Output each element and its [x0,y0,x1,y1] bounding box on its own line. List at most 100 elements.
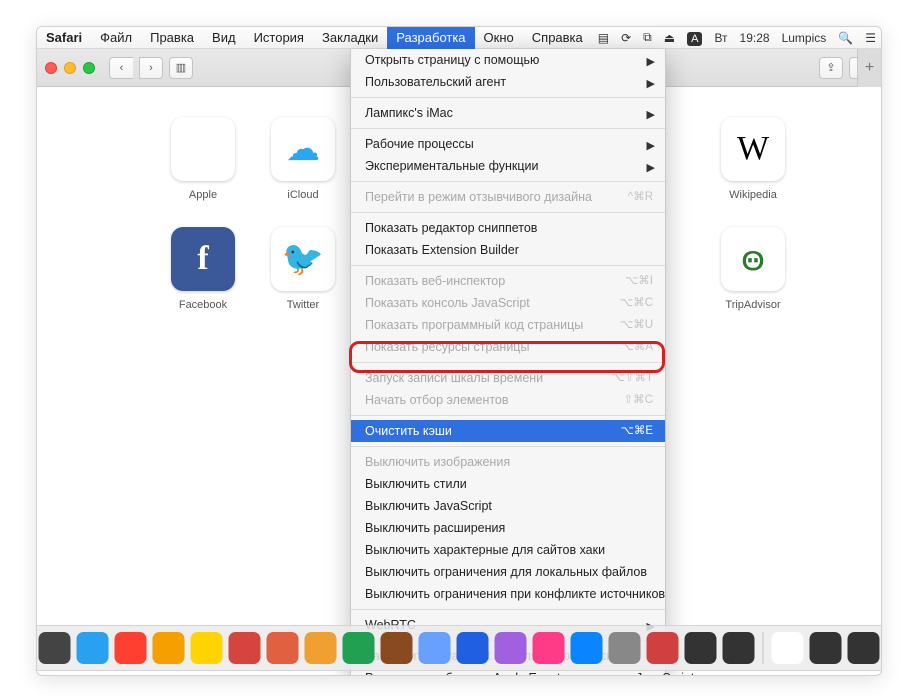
twitter-icon: 🐦 [271,227,335,291]
menu-item[interactable]: Показать редактор сниппетов [351,217,665,239]
favorite-label: Facebook [167,299,239,311]
wikipedia-icon: W [721,117,785,181]
menu-history[interactable]: История [245,27,313,49]
submenu-arrow-icon: ▶ [647,54,655,70]
user-name[interactable]: Lumpics [776,31,833,45]
menu-develop[interactable]: Разработка [387,27,474,49]
menu-item: Выключить изображения [351,451,665,473]
menu-edit[interactable]: Правка [141,27,203,49]
favorite-icloud[interactable]: ☁ iCloud [267,117,339,201]
dock-app-icon[interactable] [810,632,842,664]
shortcut-label: ⌥⌘C [620,295,653,311]
timemachine-icon[interactable]: ⟳ [615,31,637,45]
dock-app-icon[interactable] [305,632,337,664]
menu-item: Показать программный код страницы⌥⌘U [351,314,665,336]
new-tab-button[interactable]: + [857,49,881,87]
menu-item: Показать ресурсы страницы⌥⌘A [351,336,665,358]
favorite-tripadvisor[interactable]: ꙫ TripAdvisor [717,227,789,311]
favorite-apple[interactable]: Apple [167,117,239,201]
back-button[interactable]: ‹ [109,57,133,79]
zoom-window-button[interactable] [83,62,95,74]
dock-app-icon[interactable] [609,632,641,664]
menu-item: Показать консоль JavaScript⌥⌘C [351,292,665,314]
dock-app-icon[interactable] [647,632,679,664]
menu-bookmarks[interactable]: Закладки [313,27,387,49]
favorite-facebook[interactable]: f Facebook [167,227,239,311]
forward-button[interactable]: › [139,57,163,79]
dock-app-icon[interactable] [343,632,375,664]
dock-app-icon[interactable] [267,632,299,664]
menu-item[interactable]: Выключить ограничения для локальных файл… [351,561,665,583]
tripadvisor-icon: ꙫ [721,227,785,291]
submenu-arrow-icon: ▶ [647,138,655,154]
dock-app-icon[interactable] [229,632,261,664]
menu-help[interactable]: Справка [523,27,592,49]
menu-view[interactable]: Вид [203,27,245,49]
airplay-icon[interactable]: ⧉ [637,30,658,45]
shortcut-label: ⌥⇧⌘T [612,370,653,386]
menu-item: Запуск записи шкалы времени⌥⇧⌘T [351,367,665,389]
facebook-icon: f [171,227,235,291]
dock-app-icon[interactable] [571,632,603,664]
favorite-label: TripAdvisor [717,299,789,311]
share-button[interactable]: ⇪ [819,57,843,79]
dock-app-icon[interactable] [772,632,804,664]
dock-app-icon[interactable] [495,632,527,664]
dock-app-icon[interactable] [39,632,71,664]
menu-item[interactable]: Рабочие процессы▶ [351,133,665,155]
menu-item[interactable]: Открыть страницу с помощью▶ [351,49,665,71]
dock-app-icon[interactable] [381,632,413,664]
dock-app-icon[interactable] [723,632,755,664]
dock-app-icon[interactable] [419,632,451,664]
dock-app-icon[interactable] [191,632,223,664]
menu-item[interactable]: Выключить расширения [351,517,665,539]
language-indicator[interactable]: А [681,31,708,45]
disk-icon[interactable]: ▤ [592,31,615,45]
menu-item[interactable]: Лампикс's iMac▶ [351,102,665,124]
menu-item[interactable]: Показать Extension Builder [351,239,665,261]
shortcut-label: ⇧⌘C [624,392,653,408]
dock-app-icon[interactable] [77,632,109,664]
clock-time[interactable]: 19:28 [734,31,776,45]
menu-item: Перейти в режим отзывчивого дизайна^⌘R [351,186,665,208]
menu-file[interactable]: Файл [91,27,141,49]
menu-window[interactable]: Окно [475,27,523,49]
favorite-label: Apple [167,189,239,201]
menu-item[interactable]: Выключить характерные для сайтов хаки [351,539,665,561]
dock-app-icon[interactable] [848,632,880,664]
cloud-icon: ☁ [271,117,335,181]
apple-icon [171,117,235,181]
menu-item[interactable]: Экспериментальные функции▶ [351,155,665,177]
shortcut-label: ⌥⌘U [620,317,653,333]
dock-app-icon[interactable] [533,632,565,664]
shortcut-label: ⌥⌘E [621,423,653,439]
submenu-arrow-icon: ▶ [647,76,655,92]
menu-item[interactable]: Выключить стили [351,473,665,495]
favorite-twitter[interactable]: 🐦 Twitter [267,227,339,311]
favorite-wikipedia[interactable]: W Wikipedia [717,117,789,201]
sidebar-button[interactable]: ▥ [169,57,193,79]
close-window-button[interactable] [45,62,57,74]
safari-window: Safari Файл Правка Вид История Закладки … [36,26,882,676]
favorite-label: iCloud [267,189,339,201]
eject-icon[interactable]: ⏏ [658,31,681,45]
dock-app-icon[interactable] [685,632,717,664]
window-controls [45,62,95,74]
clock-day[interactable]: Вт [708,31,733,45]
notification-center-icon[interactable]: ☰ [859,31,882,45]
menu-item[interactable]: Очистить кэши⌥⌘E [351,420,665,442]
menu-item[interactable]: Выключить ограничения при конфликте исто… [351,583,665,605]
menu-item: Начать отбор элементов⇧⌘C [351,389,665,411]
shortcut-label: ⌥⌘I [625,273,653,289]
dock-app-icon[interactable] [457,632,489,664]
develop-menu-dropdown: Открыть страницу с помощью▶Пользовательс… [350,49,666,676]
minimize-window-button[interactable] [64,62,76,74]
submenu-arrow-icon: ▶ [647,160,655,176]
dock-app-icon[interactable] [115,632,147,664]
menu-item[interactable]: Выключить JavaScript [351,495,665,517]
app-menu[interactable]: Safari [37,27,91,49]
menu-item[interactable]: Пользовательский агент▶ [351,71,665,93]
favorite-label: Wikipedia [717,189,789,201]
dock-app-icon[interactable] [153,632,185,664]
spotlight-icon[interactable]: 🔍 [832,31,859,45]
